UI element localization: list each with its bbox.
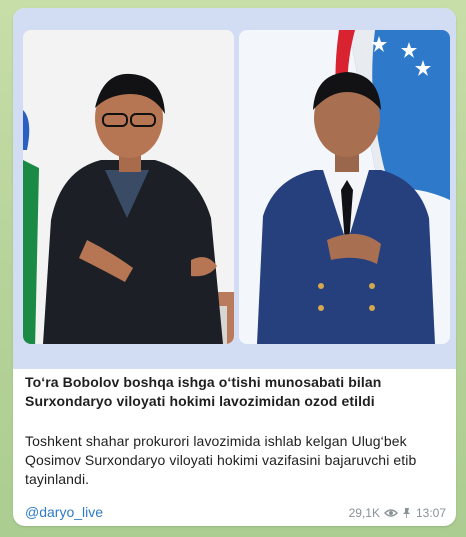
eye-icon	[383, 508, 398, 518]
photo-right[interactable]	[239, 30, 450, 344]
pin-icon	[402, 507, 412, 519]
message-time: 13:07	[415, 506, 446, 520]
post-body: Toshkent shahar prokurori lavozimida ish…	[25, 433, 417, 487]
photo-album[interactable]	[13, 8, 456, 369]
message-meta: 29,1K 13:07	[349, 506, 446, 520]
view-count: 29,1K	[348, 506, 380, 520]
channel-link[interactable]: @daryo_live	[25, 504, 103, 520]
channel-post: To‘ra Bobolov boshqa ishga o‘tishi munos…	[13, 8, 456, 526]
post-headline: To‘ra Bobolov boshqa ishga o‘tishi munos…	[25, 374, 382, 409]
photo-left[interactable]	[23, 30, 234, 344]
